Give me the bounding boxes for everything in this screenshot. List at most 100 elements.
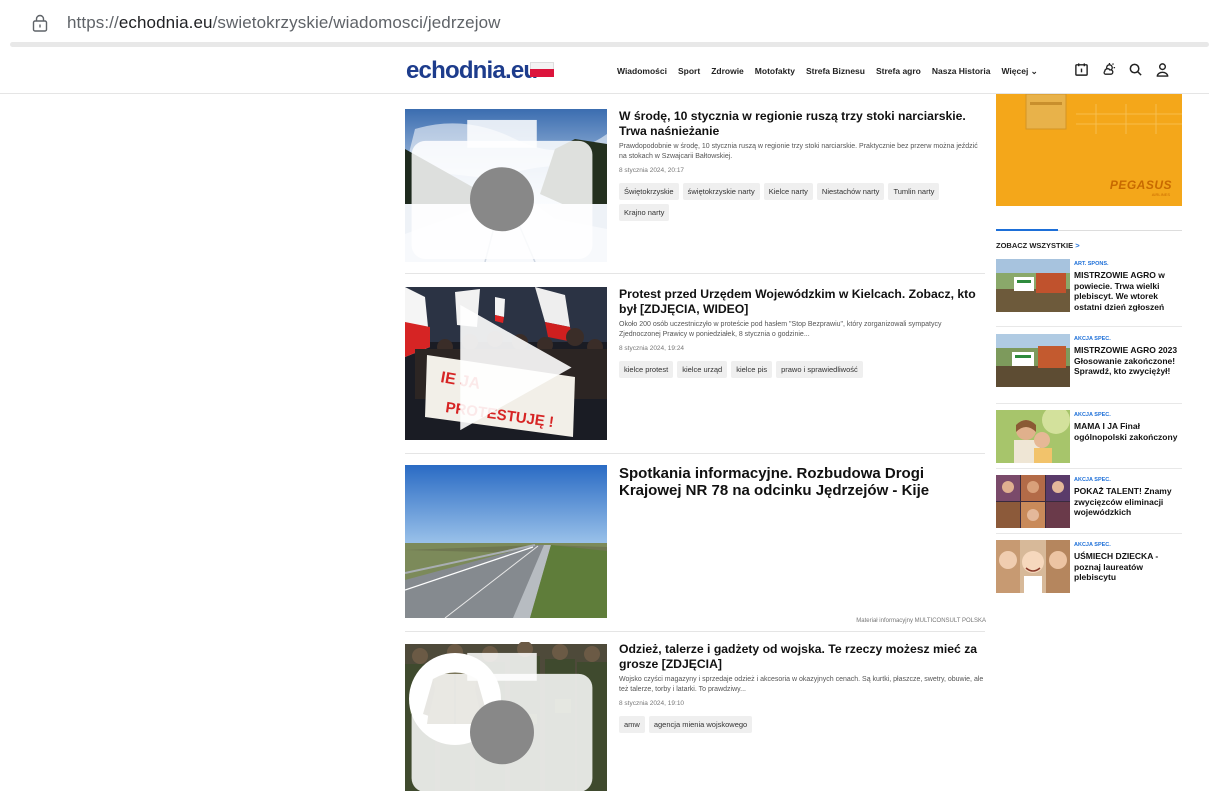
tag[interactable]: amw bbox=[619, 716, 645, 733]
header-icons bbox=[1074, 62, 1170, 77]
promo-label: AKCJA SPEC. bbox=[1074, 542, 1111, 548]
article-description: Około 200 osób uczestniczyło w proteście… bbox=[619, 321, 942, 338]
tag[interactable]: Kielce narty bbox=[763, 183, 813, 200]
article-description: Wojsko czyści magazyny i sprzedaje odzie… bbox=[619, 676, 984, 693]
article-date: 8 stycznia 2024, 19:24 bbox=[619, 345, 685, 352]
promo-title[interactable]: UŚMIECH DZIECKA - poznaj laureatów plebi… bbox=[1074, 551, 1182, 583]
article-thumbnail[interactable] bbox=[405, 642, 607, 791]
article-divider bbox=[405, 453, 985, 454]
nav-item-zdrowie[interactable]: Zdrowie bbox=[711, 66, 744, 77]
nav-item-strefa-biznesu[interactable]: Strefa Biznesu bbox=[806, 66, 865, 77]
article-thumbnail[interactable]: IE JA PROTESTUJĘ ! bbox=[405, 287, 607, 440]
tag-list: Świętokrzyskie świętokrzyskie narty Kiel… bbox=[619, 183, 985, 221]
promo-label: AKCJA SPEC. bbox=[1074, 336, 1111, 342]
article-card[interactable]: Spotkania informacyjne. Rozbudowa Drogi … bbox=[405, 465, 985, 618]
url-scheme: https:// bbox=[67, 13, 119, 32]
promo-title[interactable]: MISTRZOWIE AGRO 2023 Głosowanie zakończo… bbox=[1074, 345, 1182, 377]
nav-item-wiecej[interactable]: Więcej bbox=[1001, 66, 1037, 77]
promo-item[interactable]: AKCJA SPEC. POKAŻ TALENT! Znamy zwycięzc… bbox=[996, 475, 1182, 535]
promo-label: ART. SPONS. bbox=[1074, 261, 1109, 267]
ad-brand: PEGASUS bbox=[1109, 178, 1172, 192]
lock-icon[interactable] bbox=[32, 14, 48, 32]
article-title[interactable]: Odzież, talerze i gadżety od wojska. Te … bbox=[619, 642, 985, 672]
article-description: Prawdopodobnie w środę, 10 stycznia rusz… bbox=[619, 143, 978, 160]
url-domain: echodnia.eu bbox=[118, 13, 213, 32]
promo-title[interactable]: POKAŻ TALENT! Znamy zwycięzców eliminacj… bbox=[1074, 486, 1182, 518]
promo-title[interactable]: MAMA I JA Finał ogólnopolski zakończony bbox=[1074, 421, 1182, 442]
promo-divider bbox=[996, 326, 1182, 327]
browser-address-bar: https://echodnia.eu/swietokrzyskie/wiado… bbox=[0, 0, 1209, 48]
ad-brand-sub: AIRLINES bbox=[1151, 192, 1170, 197]
search-icon[interactable] bbox=[1128, 62, 1143, 77]
promo-item[interactable]: ART. SPONS. MISTRZOWIE AGRO w powiecie. … bbox=[996, 259, 1182, 319]
promo-image bbox=[996, 410, 1070, 463]
see-all-link[interactable]: ZOBACZ WSZYSTKIE > bbox=[996, 241, 1080, 250]
advertisement[interactable]: PEGASUS AIRLINES bbox=[996, 94, 1182, 206]
url-path: /swietokrzyskie/wiadomosci/jedrzejow bbox=[212, 13, 501, 32]
main-nav: Wiadomości Sport Zdrowie Motofakty Stref… bbox=[617, 66, 1049, 77]
promo-divider bbox=[996, 403, 1182, 404]
tag[interactable]: Tumlin narty bbox=[888, 183, 940, 200]
article-date: 8 stycznia 2024, 19:10 bbox=[619, 700, 685, 707]
sponsor-note: Materiał informacyjny MULTICONSULT POLSK… bbox=[856, 618, 986, 624]
promo-title[interactable]: MISTRZOWIE AGRO w powiecie. Trwa wielki … bbox=[1074, 270, 1182, 312]
nav-item-motofakty[interactable]: Motofakty bbox=[755, 66, 795, 77]
article-thumbnail[interactable] bbox=[405, 109, 607, 262]
article-body: W środę, 10 stycznia w regionie ruszą tr… bbox=[619, 109, 985, 221]
gallery-camera-icon bbox=[411, 652, 593, 791]
nav-item-sport[interactable]: Sport bbox=[678, 66, 700, 77]
tag[interactable]: kielce pis bbox=[731, 361, 773, 378]
tag[interactable]: kielce protest bbox=[619, 361, 674, 378]
article-thumbnail[interactable] bbox=[405, 465, 607, 618]
promo-image bbox=[996, 334, 1070, 387]
promo-label: AKCJA SPEC. bbox=[1074, 477, 1111, 483]
rail-divider bbox=[996, 229, 1182, 231]
promo-image bbox=[996, 540, 1070, 593]
tag-list: amw agencja mienia wojskowego bbox=[619, 716, 985, 733]
article-body: Protest przed Urzędem Wojewódzkim w Kiel… bbox=[619, 287, 985, 378]
article-card[interactable]: Odzież, talerze i gadżety od wojska. Te … bbox=[405, 642, 985, 791]
tag[interactable]: Krajno narty bbox=[619, 204, 670, 221]
article-divider bbox=[405, 631, 985, 632]
promo-item[interactable]: AKCJA SPEC. MISTRZOWIE AGRO 2023 Głosowa… bbox=[996, 334, 1182, 394]
tag[interactable]: prawo i sprawiedliwość bbox=[776, 361, 863, 378]
see-all-label: ZOBACZ WSZYSTKIE bbox=[996, 241, 1074, 250]
tag[interactable]: świętokrzyskie narty bbox=[682, 183, 760, 200]
promo-image bbox=[996, 259, 1070, 312]
promo-item[interactable]: AKCJA SPEC. UŚMIECH DZIECKA - poznaj lau… bbox=[996, 540, 1182, 600]
address-bar-divider bbox=[10, 42, 1209, 47]
tag[interactable]: kielce urząd bbox=[677, 361, 728, 378]
article-date: 8 stycznia 2024, 20:17 bbox=[619, 167, 685, 174]
article-title[interactable]: Spotkania informacyjne. Rozbudowa Drogi … bbox=[619, 465, 985, 499]
url-field[interactable]: https://echodnia.eu/swietokrzyskie/wiado… bbox=[67, 13, 501, 33]
site-header: echodnia.eu Wiadomości Sport Zdrowie Mot… bbox=[0, 48, 1209, 94]
video-play-icon bbox=[460, 304, 572, 431]
gallery-camera-icon bbox=[411, 119, 593, 260]
nav-item-wiadomosci[interactable]: Wiadomości bbox=[617, 66, 667, 77]
chevron-right-icon: > bbox=[1075, 241, 1080, 250]
tag[interactable]: agencja mienia wojskowego bbox=[648, 716, 753, 733]
nav-item-strefa-agro[interactable]: Strefa agro bbox=[876, 66, 921, 77]
article-body: Spotkania informacyjne. Rozbudowa Drogi … bbox=[619, 465, 985, 499]
promo-divider bbox=[996, 468, 1182, 469]
article-divider bbox=[405, 273, 985, 274]
weather-icon[interactable] bbox=[1101, 62, 1116, 77]
article-body: Odzież, talerze i gadżety od wojska. Te … bbox=[619, 642, 985, 733]
nav-item-nasza-historia[interactable]: Nasza Historia bbox=[932, 66, 991, 77]
article-title[interactable]: W środę, 10 stycznia w regionie ruszą tr… bbox=[619, 109, 985, 139]
article-card[interactable]: IE JA PROTESTUJĘ ! Protest przed Urzędem… bbox=[405, 287, 985, 440]
user-icon[interactable] bbox=[1155, 62, 1170, 77]
tag-list: kielce protest kielce urząd kielce pis p… bbox=[619, 361, 985, 378]
polish-flag-icon bbox=[530, 62, 554, 77]
promo-label: AKCJA SPEC. bbox=[1074, 412, 1111, 418]
tag[interactable]: Niestachów narty bbox=[816, 183, 885, 200]
tag[interactable]: Świętokrzyskie bbox=[619, 183, 679, 200]
site-logo[interactable]: echodnia.eu bbox=[406, 57, 538, 85]
calendar-icon[interactable] bbox=[1074, 62, 1089, 77]
article-title[interactable]: Protest przed Urzędem Wojewódzkim w Kiel… bbox=[619, 287, 985, 317]
promo-image bbox=[996, 475, 1070, 528]
road-image bbox=[405, 465, 607, 618]
promo-item[interactable]: AKCJA SPEC. MAMA I JA Finał ogólnopolski… bbox=[996, 410, 1182, 470]
promo-divider bbox=[996, 533, 1182, 534]
article-card[interactable]: W środę, 10 stycznia w regionie ruszą tr… bbox=[405, 109, 985, 262]
